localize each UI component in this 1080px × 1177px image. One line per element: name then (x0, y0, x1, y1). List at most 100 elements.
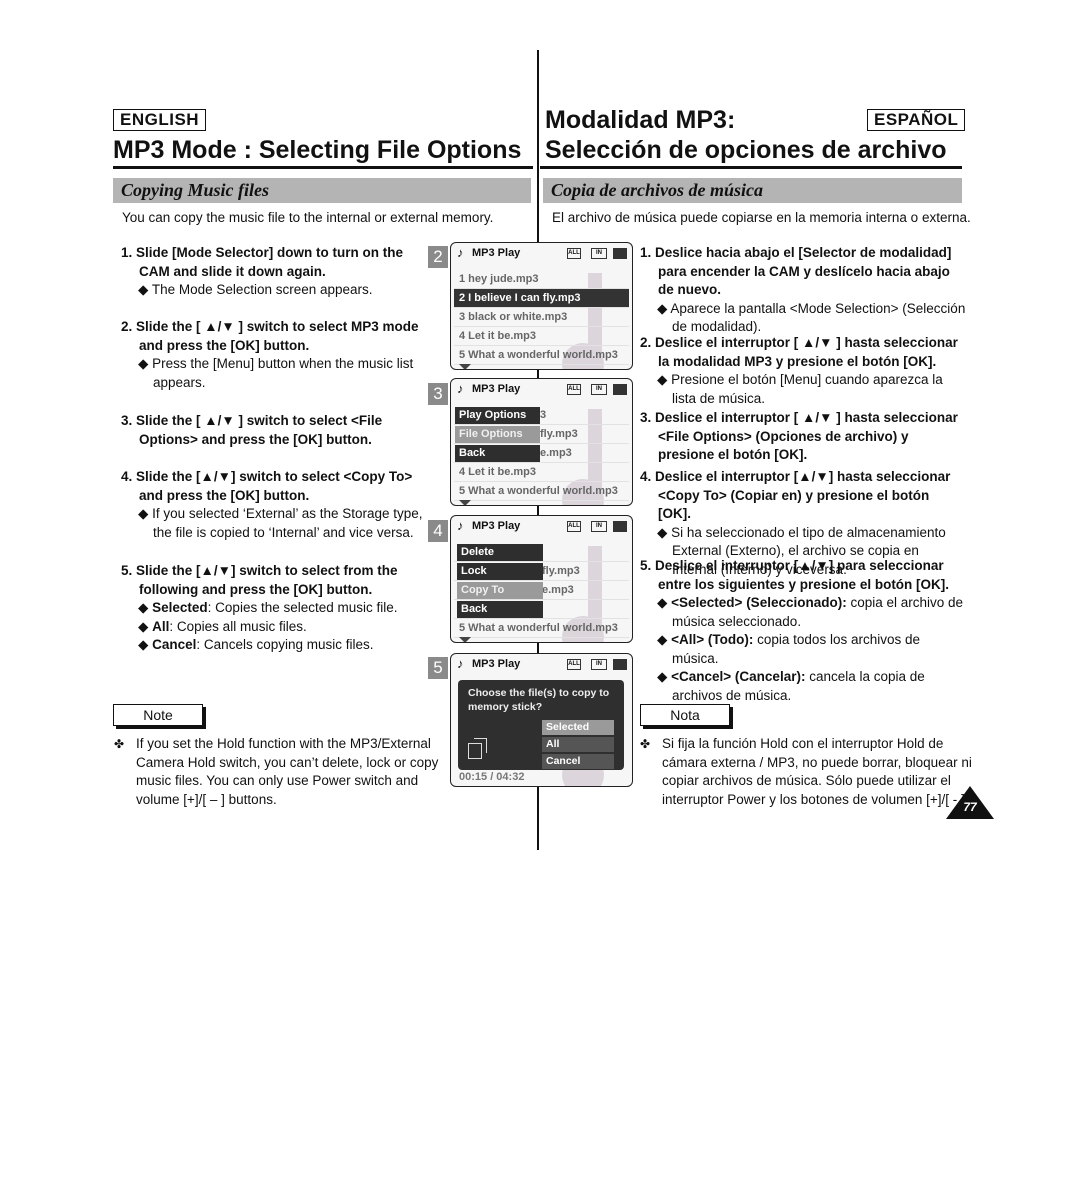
copy-icon-front (468, 743, 482, 759)
note-bullet-icon: ✤ (640, 737, 651, 751)
internal-memory-icon: IN (591, 384, 607, 395)
english-step-5: 5. Slide the [▲/▼] switch to select from… (121, 562, 426, 655)
english-page-title: MP3 Mode : Selecting File Options (113, 136, 522, 164)
bullet-term: <All> (Todo): (671, 632, 754, 647)
option-selected[interactable]: Selected (542, 720, 614, 735)
music-note-icon: ♪ (457, 518, 464, 533)
screen-2-number: 2 (428, 246, 448, 268)
spanish-note-text: Si fija la función Hold con el interrupt… (662, 736, 972, 807)
english-note-label: Note (113, 704, 203, 726)
screen-4-number: 4 (428, 520, 448, 542)
list-item[interactable]: 5 What a wonderful world.mp3 (454, 346, 629, 365)
spanish-step-1: 1. Deslice hacia abajo el [Selector de m… (640, 244, 966, 337)
internal-memory-icon: IN (591, 659, 607, 670)
step-heading: 1. Slide [Mode Selector] down to turn on… (121, 245, 404, 279)
spanish-page-title-line1: Modalidad MP3: (545, 106, 736, 134)
option-cancel[interactable]: Cancel (542, 754, 614, 769)
step-bullet-all: ◆ All: Copies all music files. (138, 618, 307, 634)
menu-back[interactable]: Back (455, 445, 540, 462)
screen-5-copy-dialog: ♪ MP3 Play ALL IN 00:15 / 04:32 Choose t… (450, 653, 633, 787)
scroll-down-icon[interactable] (459, 364, 471, 369)
copy-dialog: Choose the file(s) to copy to memory sti… (458, 680, 624, 770)
spanish-step-3: 3. Deslice el interruptor [ ▲/▼ ] hasta … (640, 409, 966, 465)
note-bullet-icon: ✤ (114, 737, 125, 751)
spanish-page-title-line2: Selección de opciones de archivo (545, 136, 947, 164)
battery-icon (613, 384, 627, 395)
spanish-intro: El archivo de música puede copiarse en l… (552, 210, 971, 225)
menu-lock[interactable]: Lock (457, 563, 543, 580)
bullet-desc: : Copies all music files. (169, 618, 307, 634)
step-bullet-cancel: ◆ Cancel: Cancels copying music files. (138, 637, 374, 652)
step-bullet-selected: ◆ <Selected> (Seleccionado): copia el ar… (657, 595, 964, 629)
step-bullet-cancel: ◆ <Cancel> (Cancelar): cancela la copia … (657, 669, 925, 703)
spanish-language-tab: ESPAÑOL (867, 109, 966, 131)
bullet-term: <Cancel> (Cancelar): (671, 669, 806, 684)
scroll-down-icon[interactable] (459, 500, 471, 505)
english-step-3: 3. Slide the [ ▲/▼ ] switch to select <F… (121, 412, 426, 449)
menu-copy-to[interactable]: Copy To (457, 582, 543, 599)
option-all[interactable]: All (542, 737, 614, 752)
playback-time: 00:15 / 04:32 (459, 771, 525, 783)
step-heading: 2. Slide the [ ▲/▼ ] switch to select MP… (121, 319, 419, 353)
step-heading: 2. Deslice el interruptor [ ▲/▼ ] hasta … (640, 335, 958, 369)
screen-header: ♪ MP3 Play ALL IN (451, 379, 632, 399)
english-step-2: 2. Slide the [ ▲/▼ ] switch to select MP… (121, 318, 426, 392)
step-heading: 3. Slide the [ ▲/▼ ] switch to select <F… (121, 413, 383, 447)
menu-delete[interactable]: Delete (457, 544, 543, 561)
spanish-section-heading: Copia de archivos de música (543, 178, 962, 203)
list-item[interactable]: 5 What a wonderful world.mp3 (454, 482, 629, 501)
spanish-title-rule (540, 166, 962, 169)
list-item[interactable]: 4 Let it be.mp3 (454, 463, 629, 482)
step-bullet-selected: ◆ Selected: Copies the selected music fi… (138, 600, 398, 615)
english-intro: You can copy the music file to the inter… (122, 210, 494, 225)
list-item[interactable]: 5 What a wonderful world.mp3 (454, 619, 629, 638)
list-item[interactable]: 1 hey jude.mp3 (454, 270, 629, 289)
scroll-down-icon[interactable] (459, 637, 471, 642)
screen-5-number: 5 (428, 657, 448, 679)
step-heading: 3. Deslice el interruptor [ ▲/▼ ] hasta … (640, 410, 958, 462)
menu-file-options[interactable]: File Options (455, 426, 540, 443)
screen-2-music-list: ♪ MP3 Play ALL IN 1 hey jude.mp3 2 I bel… (450, 242, 633, 370)
step-bullet: ◆ Press the [Menu] button when the music… (138, 356, 414, 390)
step-bullet: ◆ Presione el botón [Menu] cuando aparez… (657, 372, 943, 406)
battery-icon (613, 521, 627, 532)
bullet-term: Selected (152, 600, 208, 615)
bullet-term: All (152, 618, 170, 634)
bullet-term: <Selected> (Seleccionado): (671, 595, 847, 610)
screen-header: ♪ MP3 Play ALL IN (451, 654, 632, 674)
internal-memory-icon: IN (591, 521, 607, 532)
english-note: ✤ If you set the Hold function with the … (114, 735, 454, 809)
step-heading: 5. Deslice el interruptor [▲/▼] para sel… (640, 558, 950, 592)
screen-title: MP3 Play (472, 247, 521, 259)
menu-back[interactable]: Back (457, 601, 543, 618)
menu-play-options[interactable]: Play Options (455, 407, 540, 424)
step-heading: 5. Slide the [▲/▼] switch to select from… (121, 563, 398, 597)
list-item-selected[interactable]: 2 I believe I can fly.mp3 (454, 289, 629, 308)
step-bullet-all: ◆ <All> (Todo): copia todos los archivos… (657, 632, 920, 666)
english-title-rule (113, 166, 533, 169)
step-heading: 4. Deslice el interruptor [▲/▼] hasta se… (640, 469, 951, 521)
screen-title: MP3 Play (472, 383, 521, 395)
screen-title: MP3 Play (472, 520, 521, 532)
screen-4-file-options-menu: ♪ MP3 Play ALL IN fly.mp3 e.mp3 5 What a… (450, 515, 633, 643)
spanish-note: ✤ Si fija la función Hold con el interru… (640, 735, 988, 809)
repeat-all-icon: ALL (567, 659, 581, 670)
screen-title: MP3 Play (472, 658, 521, 670)
step-heading: 4. Slide the [▲/▼] switch to select <Cop… (121, 469, 413, 503)
english-section-heading: Copying Music files (113, 178, 531, 203)
step-bullet: ◆ The Mode Selection screen appears. (138, 282, 373, 297)
list-item[interactable]: 3 black or white.mp3 (454, 308, 629, 327)
spanish-step-5: 5. Deslice el interruptor [▲/▼] para sel… (640, 557, 966, 705)
step-heading: 1. Deslice hacia abajo el [Selector de m… (640, 245, 952, 297)
step-bullet: ◆ If you selected ‘External’ as the Stor… (138, 506, 423, 540)
page-number: 77 (963, 800, 977, 814)
music-note-icon: ♪ (457, 381, 464, 396)
english-step-4: 4. Slide the [▲/▼] switch to select <Cop… (121, 468, 426, 542)
battery-icon (613, 659, 627, 670)
music-note-icon: ♪ (457, 656, 464, 671)
english-language-tab: ENGLISH (113, 109, 207, 131)
list-item[interactable]: 4 Let it be.mp3 (454, 327, 629, 346)
bullet-desc: : Copies the selected music file. (207, 600, 398, 615)
music-note-icon: ♪ (457, 245, 464, 260)
repeat-all-icon: ALL (567, 384, 581, 395)
